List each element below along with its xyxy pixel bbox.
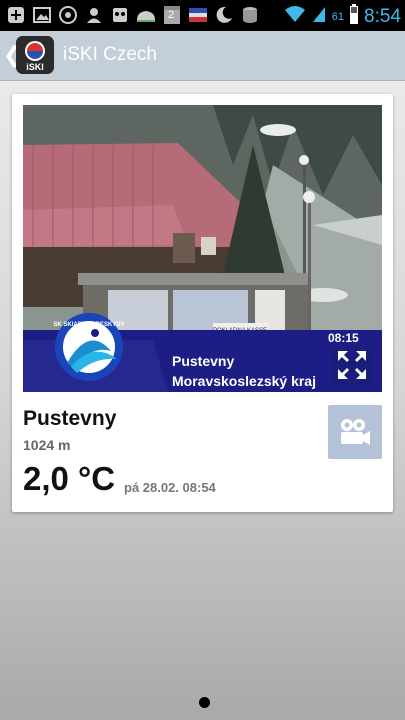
webcam-image[interactable]: POKLADNA KASSE SK SKIAREAL BESKYDY 08:15… [23,105,382,392]
storage-icon [240,5,260,25]
resort-altitude: 1024 m [23,437,71,453]
signal-icon [312,5,326,28]
wifi-icon [284,5,306,28]
battery-percent: 61 [331,10,345,23]
webcam-timestamp: 08:15 [328,331,359,345]
logo-text: iSKI [26,62,44,72]
resort-name: Pustevny [23,407,117,430]
browser-icon [58,5,78,25]
app-logo[interactable]: iSKI [16,36,54,74]
moon-icon [214,5,234,25]
expand-icon [338,351,366,379]
plus-icon [6,5,26,25]
fullscreen-button[interactable] [333,346,371,384]
video-camera-button[interactable] [328,405,382,459]
alien-icon [110,5,130,25]
flag-icon [188,5,208,25]
video-camera-icon [341,419,370,445]
status-clock: 8:54 [364,5,401,27]
page-indicator-dot [199,697,210,708]
status-bar: 2 61 8:54 [0,0,405,31]
measurement-datetime: pá 28.02. 08:54 [124,480,216,495]
app-title: iSKI Czech [63,44,157,65]
action-bar: ❮ iSKI iSKI Czech [0,31,405,81]
webcam-location-region: Moravskoslezský kraj [172,373,316,389]
battery-icon [350,4,359,29]
cloud-icon [136,5,156,25]
brand-text: SK SKIAREAL BESKYDY [53,322,124,328]
resort-card[interactable]: POKLADNA KASSE SK SKIAREAL BESKYDY 08:15… [12,94,393,512]
temperature: 2,0 °C [23,460,116,497]
webcam-location-name: Pustevny [172,353,235,369]
image-icon [32,5,52,25]
calendar-2-icon: 2 [162,5,182,25]
avatar-icon [84,5,104,25]
